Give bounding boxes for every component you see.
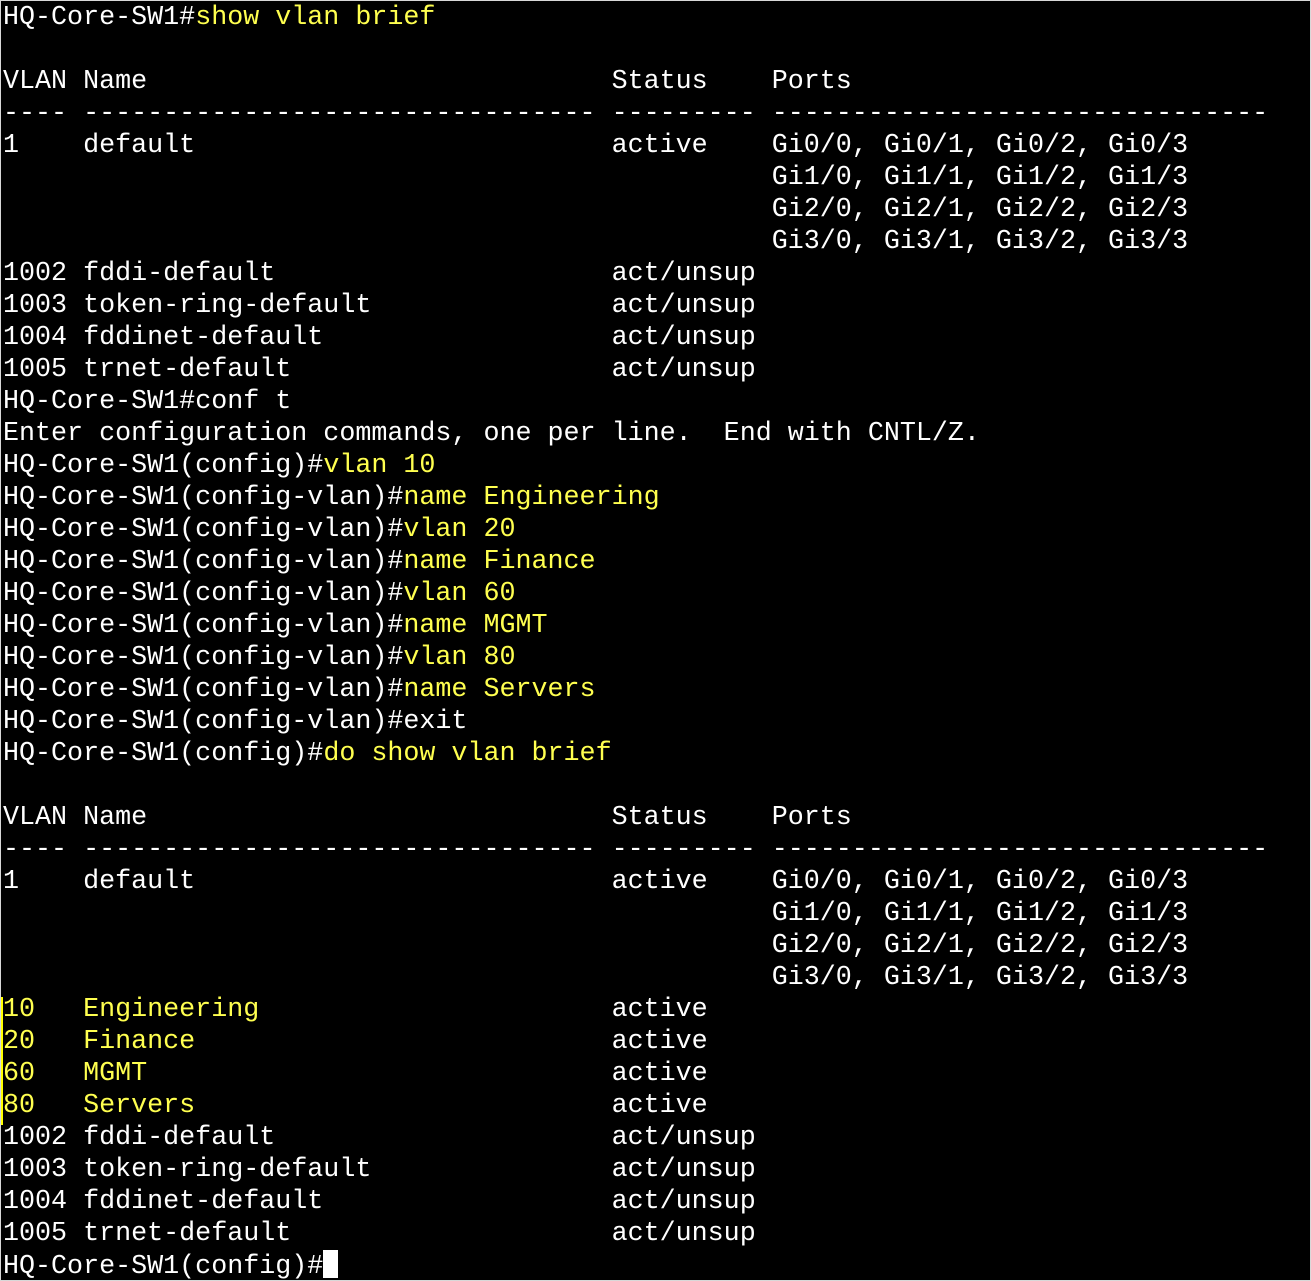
- terminal-window[interactable]: HQ-Core-SW1#show vlan brief VLAN Name Sta…: [0, 0, 1311, 1281]
- terminal-line: 1004 fddinet-default act/unsup: [3, 322, 1310, 354]
- output-text: active: [611, 1059, 708, 1089]
- terminal-line: Gi3/0, Gi3/1, Gi3/2, Gi3/3: [3, 962, 1310, 994]
- terminal-line: 60 MGMT active: [3, 1058, 1310, 1090]
- terminal-line: HQ-Core-SW1#conf t: [3, 386, 1310, 418]
- output-text: HQ-Core-SW1(config-vlan)#: [3, 579, 404, 609]
- output-text: HQ-Core-SW1(config)#: [3, 739, 324, 769]
- terminal-line: 1003 token-ring-default act/unsup: [3, 290, 1310, 322]
- output-text: active: [611, 995, 708, 1025]
- command-text: vlan 10: [323, 451, 436, 481]
- command-text: vlan 80: [403, 643, 516, 673]
- output-text: active: [611, 1027, 708, 1057]
- output-text: Gi2/0, Gi2/1, Gi2/2, Gi2/3: [3, 931, 1189, 961]
- terminal-line: ---- -------------------------------- --…: [3, 834, 1310, 866]
- command-text: name Engineering: [403, 483, 660, 513]
- terminal-line: Enter configuration commands, one per li…: [3, 418, 1310, 450]
- terminal-line: 10 Engineering active: [3, 994, 1310, 1026]
- output-text: 1003 token-ring-default act/unsup: [3, 1155, 756, 1185]
- output-text: HQ-Core-SW1#: [3, 3, 196, 33]
- output-text: conf t: [195, 387, 292, 417]
- terminal-line: HQ-Core-SW1(config-vlan)#name Servers: [3, 674, 1310, 706]
- command-text: vlan 20: [403, 515, 516, 545]
- command-text: 20 Finance: [3, 1027, 612, 1057]
- output-text: 1004 fddinet-default act/unsup: [3, 323, 756, 353]
- terminal-line: HQ-Core-SW1(config-vlan)#vlan 20: [3, 514, 1310, 546]
- terminal-line: HQ-Core-SW1(config)#: [3, 1250, 1310, 1281]
- output-text: Gi3/0, Gi3/1, Gi3/2, Gi3/3: [3, 963, 1189, 993]
- output-text: HQ-Core-SW1(config-vlan)#: [3, 547, 404, 577]
- terminal-line: 1002 fddi-default act/unsup: [3, 258, 1310, 290]
- output-text: Enter configuration commands, one per li…: [3, 419, 980, 449]
- output-text: 1002 fddi-default act/unsup: [3, 1123, 756, 1153]
- output-text: ---- -------------------------------- --…: [3, 835, 1269, 865]
- terminal-line: HQ-Core-SW1(config)#do show vlan brief: [3, 738, 1310, 770]
- command-text: name MGMT: [403, 611, 548, 641]
- terminal-line: HQ-Core-SW1(config-vlan)#name MGMT: [3, 610, 1310, 642]
- command-text: name Finance: [403, 547, 596, 577]
- output-text: HQ-Core-SW1(config-vlan)#: [3, 515, 404, 545]
- output-text: HQ-Core-SW1(config-vlan)#: [3, 643, 404, 673]
- output-text: active: [611, 1091, 708, 1121]
- terminal-line: 1004 fddinet-default act/unsup: [3, 1186, 1310, 1218]
- output-text: Gi1/0, Gi1/1, Gi1/2, Gi1/3: [3, 163, 1189, 193]
- text-cursor: [323, 1250, 339, 1278]
- output-text: 1005 trnet-default act/unsup: [3, 1219, 756, 1249]
- output-text: HQ-Core-SW1(config)#: [3, 451, 324, 481]
- terminal-line: HQ-Core-SW1(config-vlan)#exit: [3, 706, 1310, 738]
- terminal-line: HQ-Core-SW1(config-vlan)#vlan 80: [3, 642, 1310, 674]
- terminal-line: VLAN Name Status Ports: [3, 802, 1310, 834]
- command-text: name Servers: [403, 675, 596, 705]
- terminal-line: Gi2/0, Gi2/1, Gi2/2, Gi2/3: [3, 194, 1310, 226]
- terminal-line: Gi2/0, Gi2/1, Gi2/2, Gi2/3: [3, 930, 1310, 962]
- command-text: vlan 60: [403, 579, 516, 609]
- terminal-line: 1003 token-ring-default act/unsup: [3, 1154, 1310, 1186]
- terminal-line: 1 default active Gi0/0, Gi0/1, Gi0/2, Gi…: [3, 866, 1310, 898]
- terminal-line: VLAN Name Status Ports: [3, 66, 1310, 98]
- output-text: HQ-Core-SW1(config-vlan)#: [3, 611, 404, 641]
- terminal-line: HQ-Core-SW1(config-vlan)#name Engineerin…: [3, 482, 1310, 514]
- terminal-line: 1 default active Gi0/0, Gi0/1, Gi0/2, Gi…: [3, 130, 1310, 162]
- output-text: HQ-Core-SW1#: [3, 387, 196, 417]
- output-text: HQ-Core-SW1(config)#: [3, 1252, 324, 1281]
- command-text: 80 Servers: [3, 1091, 612, 1121]
- command-text: 60 MGMT: [3, 1059, 612, 1089]
- terminal-line: 20 Finance active: [3, 1026, 1310, 1058]
- output-text: HQ-Core-SW1(config-vlan)#: [3, 483, 404, 513]
- output-text: 1003 token-ring-default act/unsup: [3, 291, 756, 321]
- output-text: 1002 fddi-default act/unsup: [3, 259, 756, 289]
- terminal-line: HQ-Core-SW1(config-vlan)#vlan 60: [3, 578, 1310, 610]
- terminal-line: HQ-Core-SW1(config-vlan)#name Finance: [3, 546, 1310, 578]
- output-text: ---- -------------------------------- --…: [3, 99, 1269, 129]
- terminal-line: 1005 trnet-default act/unsup: [3, 354, 1310, 386]
- command-text: do show vlan brief: [323, 739, 612, 769]
- output-text: HQ-Core-SW1(config-vlan)#: [3, 707, 404, 737]
- terminal-line: HQ-Core-SW1(config)#vlan 10: [3, 450, 1310, 482]
- output-text: Gi1/0, Gi1/1, Gi1/2, Gi1/3: [3, 899, 1189, 929]
- output-text: Gi3/0, Gi3/1, Gi3/2, Gi3/3: [3, 227, 1189, 257]
- terminal-line: ---- -------------------------------- --…: [3, 98, 1310, 130]
- command-text: 10 Engineering: [3, 995, 612, 1025]
- output-text: 1 default active Gi0/0, Gi0/1, Gi0/2, Gi…: [3, 867, 1189, 897]
- terminal-line: 80 Servers active: [3, 1090, 1310, 1122]
- terminal-line: HQ-Core-SW1#show vlan brief: [3, 2, 1310, 34]
- output-text: exit: [403, 707, 468, 737]
- terminal-screen[interactable]: HQ-Core-SW1#show vlan brief VLAN Name Sta…: [3, 2, 1310, 1280]
- output-text: 1004 fddinet-default act/unsup: [3, 1187, 756, 1217]
- command-text: show vlan brief: [195, 3, 436, 33]
- terminal-line: Gi1/0, Gi1/1, Gi1/2, Gi1/3: [3, 162, 1310, 194]
- output-text: VLAN Name Status Ports: [3, 67, 852, 97]
- output-text: 1 default active Gi0/0, Gi0/1, Gi0/2, Gi…: [3, 131, 1189, 161]
- output-text: VLAN Name Status Ports: [3, 803, 852, 833]
- terminal-line: 1005 trnet-default act/unsup: [3, 1218, 1310, 1250]
- output-text: 1005 trnet-default act/unsup: [3, 355, 756, 385]
- output-text: Gi2/0, Gi2/1, Gi2/2, Gi2/3: [3, 195, 1189, 225]
- output-text: HQ-Core-SW1(config-vlan)#: [3, 675, 404, 705]
- terminal-line: Gi1/0, Gi1/1, Gi1/2, Gi1/3: [3, 898, 1310, 930]
- terminal-line: Gi3/0, Gi3/1, Gi3/2, Gi3/3: [3, 226, 1310, 258]
- terminal-line: 1002 fddi-default act/unsup: [3, 1122, 1310, 1154]
